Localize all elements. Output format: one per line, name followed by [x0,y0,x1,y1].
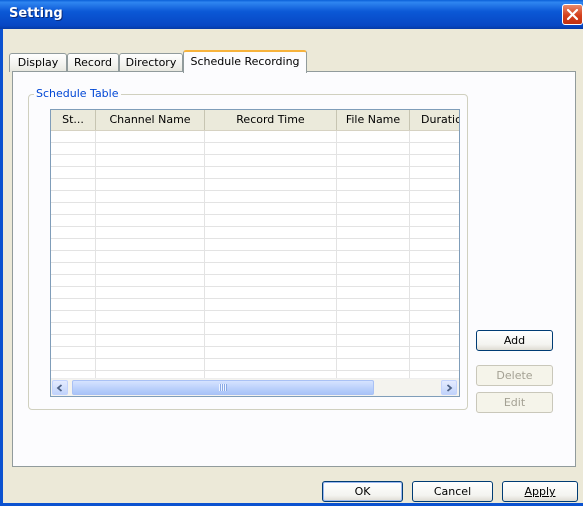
tab-label: Record [73,56,112,69]
tab-schedule-recording[interactable]: Schedule Recording [183,50,307,73]
button-label: Cancel [433,485,472,498]
column-header-duration[interactable]: Duratic [410,110,460,130]
button-label: OK [354,485,371,498]
tab-display[interactable]: Display [9,53,67,72]
setting-dialog: Setting Display Record Directory Schedul… [0,0,583,506]
window-title: Setting [9,6,63,21]
button-label: Delete [496,369,533,382]
schedule-table[interactable]: St... Channel Name Record Time File Name… [50,109,460,397]
apply-button[interactable]: Apply [502,481,578,502]
tab-label: Display [17,56,59,69]
arrow-left-icon [56,383,63,392]
window-frame-left [0,29,3,506]
button-label: Edit [503,396,526,409]
table-body [51,131,459,381]
scroll-thumb[interactable] [72,380,374,395]
title-bar[interactable]: Setting [0,0,583,29]
column-header-channel-name[interactable]: Channel Name [96,110,205,130]
column-header-record-time[interactable]: Record Time [205,110,337,130]
column-divider [336,131,337,381]
grip-icon [219,384,227,391]
cancel-button[interactable]: Cancel [412,481,493,502]
column-label: File Name [345,113,401,126]
horizontal-scrollbar[interactable] [51,378,459,396]
delete-button[interactable]: Delete [476,365,553,386]
column-label: Duratic [421,113,460,126]
group-title: Schedule Table [34,87,121,100]
ok-button[interactable]: OK [322,481,403,502]
column-header-status[interactable]: St... [51,110,96,130]
button-label: Apply [524,485,556,498]
arrow-right-icon [446,383,453,392]
edit-button[interactable]: Edit [476,392,553,413]
column-divider [95,131,96,381]
column-label: St... [62,113,84,126]
add-button[interactable]: Add [476,330,553,351]
scroll-left-button[interactable] [52,380,68,395]
tab-directory[interactable]: Directory [119,53,183,72]
column-header-file-name[interactable]: File Name [337,110,410,130]
column-divider [409,131,410,381]
column-divider [204,131,205,381]
tab-label: Directory [125,56,177,69]
table-header: St... Channel Name Record Time File Name… [51,110,459,131]
column-label: Channel Name [109,113,191,126]
close-icon [566,8,579,21]
column-label: Record Time [236,113,305,126]
button-label: Add [503,334,526,347]
tab-label: Schedule Recording [190,55,300,68]
close-button[interactable] [562,4,583,25]
scroll-right-button[interactable] [441,380,457,395]
tab-record[interactable]: Record [67,53,119,72]
